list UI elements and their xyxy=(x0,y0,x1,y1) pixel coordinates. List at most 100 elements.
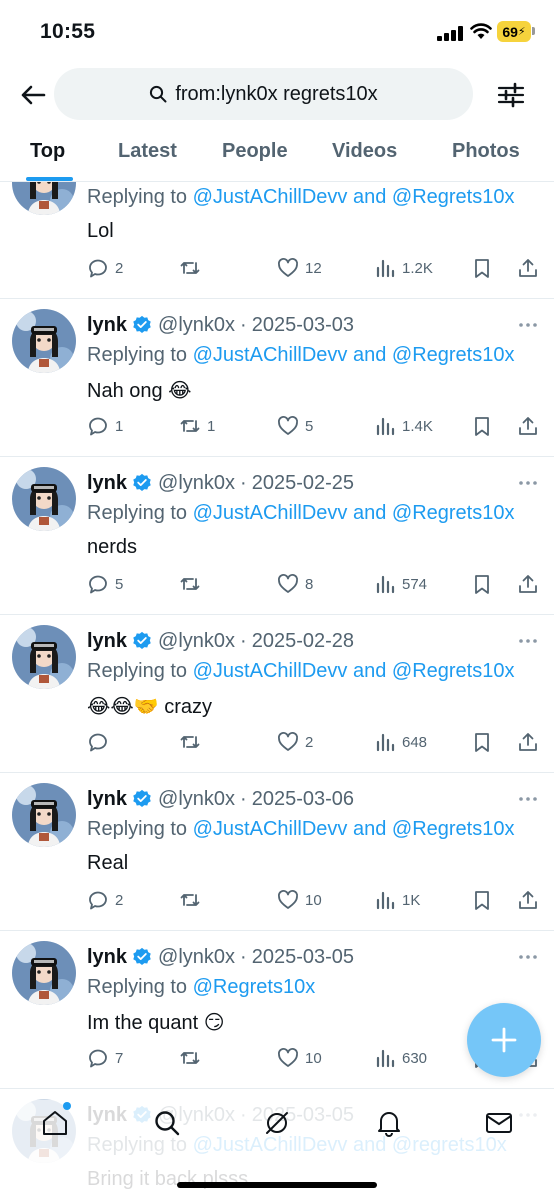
notifications-bell-icon[interactable] xyxy=(374,1108,404,1138)
battery-level: 69 xyxy=(502,23,518,40)
reply-button[interactable]: 2 xyxy=(87,256,123,280)
author-handle[interactable]: @lynk0x xyxy=(158,630,235,653)
reply-icon xyxy=(87,573,115,595)
author-name[interactable]: lynk xyxy=(87,314,127,337)
like-button[interactable]: 10 xyxy=(277,888,322,912)
author-name[interactable]: lynk xyxy=(87,788,127,811)
share-icon xyxy=(517,889,545,911)
like-button[interactable]: 2 xyxy=(277,730,313,754)
tab-people[interactable]: People xyxy=(222,140,288,163)
reply-button[interactable] xyxy=(87,730,115,754)
share-button[interactable] xyxy=(517,888,545,912)
reply-mentions[interactable]: @JustAChillDevv and @Regrets10x xyxy=(193,344,515,366)
tweet-card[interactable]: Replying to @JustAChillDevv and @Regrets… xyxy=(0,182,554,299)
share-button[interactable] xyxy=(517,730,545,754)
views-button[interactable]: 648 xyxy=(374,730,427,754)
views-icon xyxy=(374,257,402,279)
tweet-date[interactable]: 2025-03-05 xyxy=(252,946,354,969)
views-count: 1.4K xyxy=(402,417,433,435)
reply-button[interactable]: 7 xyxy=(87,1046,123,1070)
like-button[interactable]: 12 xyxy=(277,256,322,280)
reply-mentions[interactable]: @JustAChillDevv and @Regrets10x xyxy=(193,818,515,840)
reply-mentions[interactable]: @Regrets10x xyxy=(193,976,316,998)
like-button[interactable]: 8 xyxy=(277,572,313,596)
tab-latest[interactable]: Latest xyxy=(118,140,177,163)
bookmark-button[interactable] xyxy=(471,730,499,754)
share-button[interactable] xyxy=(517,414,545,438)
compose-button[interactable] xyxy=(467,1003,541,1077)
tweet-card[interactable]: lynk @lynk0x · 2025-03-06 Replying to @JustA… xyxy=(0,773,554,931)
retweet-button[interactable]: 1 xyxy=(179,414,215,438)
retweet-button[interactable] xyxy=(179,888,207,912)
views-button[interactable]: 1.4K xyxy=(374,414,433,438)
tweet-card[interactable]: lynk @lynk0x · 2025-02-25 Replying to @JustA… xyxy=(0,457,554,615)
bookmark-button[interactable] xyxy=(471,888,499,912)
replying-to-label: Replying to xyxy=(87,186,193,208)
tweet-card[interactable]: lynk @lynk0x · 2025-02-28 Replying to @JustA… xyxy=(0,615,554,773)
reply-mentions[interactable]: @JustAChillDevv and @Regrets10x xyxy=(193,502,515,524)
reply-mentions[interactable]: @JustAChillDevv and @Regrets10x xyxy=(193,660,515,682)
author-handle[interactable]: @lynk0x xyxy=(158,314,235,337)
tweet-card[interactable]: lynk @lynk0x · 2025-03-05 Replying to @Regre… xyxy=(0,931,554,1089)
author-handle[interactable]: @lynk0x xyxy=(158,946,235,969)
bookmark-button[interactable] xyxy=(471,572,499,596)
retweet-button[interactable] xyxy=(179,1046,207,1070)
grok-icon[interactable] xyxy=(262,1108,292,1138)
author-name[interactable]: lynk xyxy=(87,946,127,969)
reply-button[interactable]: 5 xyxy=(87,572,123,596)
avatar[interactable] xyxy=(12,182,76,215)
messages-mail-icon[interactable] xyxy=(484,1108,514,1138)
tab-videos[interactable]: Videos xyxy=(332,140,397,163)
views-button[interactable]: 630 xyxy=(374,1046,427,1070)
like-button[interactable]: 10 xyxy=(277,1046,322,1070)
avatar[interactable] xyxy=(12,783,76,847)
tweet-date[interactable]: 2025-02-25 xyxy=(252,472,354,495)
replying-to: Replying to @JustAChillDevv and @Regrets… xyxy=(87,818,514,841)
tweet-date[interactable]: 2025-02-28 xyxy=(252,630,354,653)
tab-top[interactable]: Top xyxy=(30,140,65,163)
avatar[interactable] xyxy=(12,309,76,373)
views-button[interactable]: 1.2K xyxy=(374,256,433,280)
search-icon[interactable] xyxy=(152,1108,182,1138)
author-handle[interactable]: @lynk0x xyxy=(158,788,235,811)
reply-mentions[interactable]: @JustAChillDevv and @Regrets10x xyxy=(193,186,515,208)
bookmark-icon xyxy=(471,257,499,279)
share-button[interactable] xyxy=(517,256,545,280)
bookmark-button[interactable] xyxy=(471,414,499,438)
tweet-date[interactable]: 2025-03-06 xyxy=(252,788,354,811)
retweet-icon xyxy=(179,415,207,437)
filter-sliders-icon[interactable] xyxy=(496,80,526,110)
more-options-icon[interactable] xyxy=(517,315,539,335)
share-button[interactable] xyxy=(517,572,545,596)
avatar[interactable] xyxy=(12,467,76,531)
views-icon xyxy=(374,1047,402,1069)
views-button[interactable]: 1K xyxy=(374,888,420,912)
bookmark-button[interactable] xyxy=(471,256,499,280)
reply-button[interactable]: 1 xyxy=(87,414,123,438)
more-options-icon[interactable] xyxy=(517,947,539,967)
more-options-icon[interactable] xyxy=(517,631,539,651)
tweet-card[interactable]: lynk @lynk0x · 2025-03-03 Replying to @JustA… xyxy=(0,299,554,457)
home-icon[interactable] xyxy=(40,1108,70,1138)
tweet-date[interactable]: 2025-03-03 xyxy=(252,314,354,337)
back-arrow-icon[interactable] xyxy=(18,80,48,110)
retweet-icon xyxy=(179,731,207,753)
retweet-button[interactable] xyxy=(179,572,207,596)
like-count: 5 xyxy=(305,417,314,435)
retweet-button[interactable] xyxy=(179,730,207,754)
author-name[interactable]: lynk xyxy=(87,472,127,495)
views-button[interactable]: 574 xyxy=(374,572,427,596)
date-separator: · xyxy=(240,313,247,336)
reply-button[interactable]: 2 xyxy=(87,888,123,912)
retweet-button[interactable] xyxy=(179,256,207,280)
author-handle[interactable]: @lynk0x xyxy=(158,472,235,495)
tab-photos[interactable]: Photos xyxy=(452,140,520,163)
author-name[interactable]: lynk xyxy=(87,630,127,653)
avatar[interactable] xyxy=(12,625,76,689)
more-options-icon[interactable] xyxy=(517,789,539,809)
like-button[interactable]: 5 xyxy=(277,414,313,438)
more-options-icon[interactable] xyxy=(517,473,539,493)
search-input[interactable]: from:lynk0x regrets10x xyxy=(54,68,473,120)
verified-badge-icon xyxy=(133,473,151,491)
avatar[interactable] xyxy=(12,941,76,1005)
